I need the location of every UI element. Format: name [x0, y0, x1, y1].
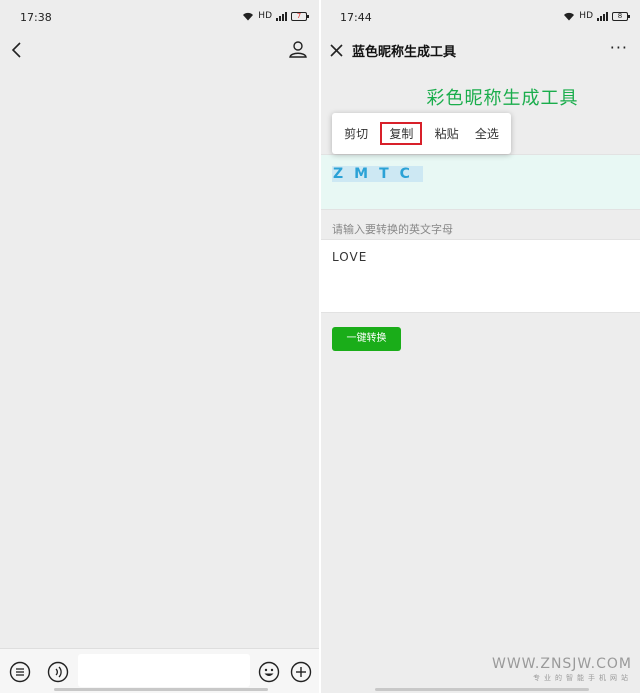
close-icon[interactable]	[328, 40, 346, 60]
chat-navbar	[0, 36, 319, 66]
network-label: HD	[579, 11, 593, 21]
status-bar: 17:44 HD 8	[321, 0, 640, 36]
input-value[interactable]: LOVE	[332, 250, 367, 264]
wifi-icon	[564, 12, 575, 20]
signal-icon	[276, 11, 287, 21]
convert-button[interactable]: 一键转换	[332, 327, 401, 351]
page-heading: 彩色昵称生成工具	[426, 88, 579, 109]
status-icons: HD 8	[563, 11, 630, 21]
menu-item-cut[interactable]: 剪切	[340, 123, 372, 144]
wifi-icon	[243, 12, 254, 20]
page-title: 蓝色昵称生成工具	[352, 45, 457, 60]
status-bar: 17:38 HD 7	[0, 0, 319, 36]
left-phone-screen: 17:38 HD 7	[0, 0, 319, 693]
menu-item-select-all[interactable]: 全选	[471, 123, 503, 144]
message-input[interactable]	[78, 654, 250, 687]
text-context-menu: 剪切 复制 粘贴 全选	[332, 113, 511, 154]
signal-icon	[597, 11, 608, 21]
home-indicator	[375, 688, 589, 691]
status-time: 17:44	[340, 11, 372, 24]
voice-icon[interactable]	[47, 661, 69, 683]
status-time: 17:38	[20, 11, 52, 24]
menu-item-copy[interactable]: 复制	[380, 122, 423, 145]
site-watermark: WWW.ZNSJW.COM 专业的智能手机网站	[492, 656, 632, 683]
tool-page: 彩色昵称生成工具 ZMTC 剪切 复制 粘贴 全选 请输入要转换的英文字母 LO…	[321, 66, 640, 693]
person-icon[interactable]	[288, 39, 308, 59]
menu-list-icon[interactable]	[9, 661, 31, 683]
result-text-selected[interactable]: ZMTC	[332, 166, 423, 182]
letters-input[interactable]: LOVE	[321, 239, 640, 313]
webview-navbar: 蓝色昵称生成工具 ···	[321, 36, 640, 66]
chevron-left-icon[interactable]	[9, 40, 27, 60]
right-phone-screen: 17:44 HD 8 蓝色昵称生成工具 ··· 彩色昵称生成工具 ZMTC 剪切…	[321, 0, 640, 693]
battery-icon: 8	[612, 11, 630, 21]
chat-input-bar	[0, 648, 319, 693]
emoji-icon[interactable]	[258, 661, 280, 683]
battery-icon: 7	[291, 11, 309, 21]
network-label: HD	[258, 11, 272, 21]
input-label: 请输入要转换的英文字母	[332, 223, 453, 236]
chat-body	[0, 66, 319, 648]
menu-item-paste[interactable]: 粘贴	[431, 123, 463, 144]
watermark-tagline: 专业的智能手机网站	[533, 674, 632, 682]
more-options-icon[interactable]: ···	[610, 38, 628, 57]
home-indicator	[54, 688, 268, 691]
plus-icon[interactable]	[290, 661, 312, 683]
result-box[interactable]: ZMTC	[321, 154, 640, 210]
status-icons: HD 7	[242, 11, 309, 21]
watermark-url: WWW.ZNSJW.COM	[491, 656, 632, 672]
